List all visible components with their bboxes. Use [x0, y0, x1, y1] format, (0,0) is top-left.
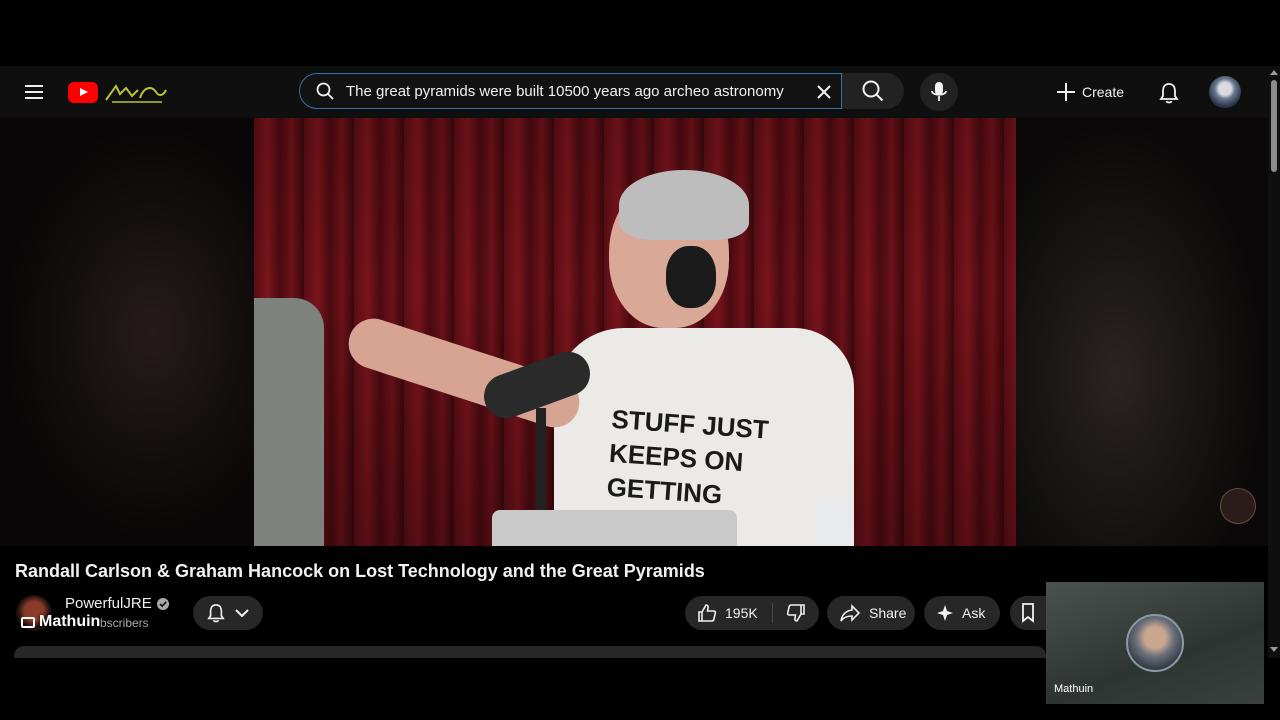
save-button[interactable] — [1010, 596, 1046, 630]
search-button[interactable] — [842, 73, 904, 109]
bell-icon — [207, 603, 225, 623]
camera-overlay-tile[interactable]: Mathuin — [1046, 582, 1264, 704]
doodle-logo — [102, 80, 168, 104]
share-label: Share — [869, 605, 907, 621]
masthead: Create — [0, 66, 1268, 118]
top-black-band — [0, 0, 1280, 66]
description-box[interactable] — [14, 646, 1046, 658]
account-avatar[interactable] — [1209, 76, 1241, 108]
shirt-text: STUFF JUST KEEPS ON GETTING — [605, 403, 770, 510]
bookmark-icon — [1021, 603, 1035, 623]
chevron-down-icon — [235, 608, 249, 618]
channel-row: PowerfulJRE bscribers Mathuin 195K Share… — [16, 593, 1046, 633]
clear-search-button[interactable] — [811, 79, 837, 105]
page-scrollbar[interactable] — [1268, 66, 1280, 658]
player-side-blur-right — [1016, 118, 1268, 546]
like-button[interactable]: 195K — [685, 596, 771, 630]
ask-button[interactable]: Ask — [924, 596, 1000, 630]
menu-icon[interactable] — [24, 82, 44, 102]
headphones — [666, 246, 716, 308]
cast-icon — [21, 616, 35, 628]
search-icon — [862, 80, 884, 102]
mic-icon — [931, 81, 947, 103]
search-box — [299, 73, 842, 109]
create-button[interactable]: Create — [1056, 78, 1124, 106]
overlay-name-label: Mathuin — [39, 613, 101, 630]
scroll-up-arrow[interactable] — [1270, 70, 1278, 75]
youtube-logo — [68, 81, 98, 103]
laptop — [492, 510, 737, 546]
close-icon — [816, 84, 832, 100]
verified-icon — [157, 598, 169, 610]
water-bottle — [816, 498, 852, 546]
channel-name[interactable]: PowerfulJRE — [65, 595, 152, 612]
search-icon — [316, 82, 334, 100]
sparkle-icon — [936, 604, 954, 622]
video-frame[interactable]: STUFF JUST KEEPS ON GETTING — [254, 118, 1016, 546]
overlay-user-name: Mathuin — [21, 613, 100, 631]
scroll-down-arrow[interactable] — [1270, 647, 1278, 652]
voice-search-button[interactable] — [920, 73, 958, 111]
like-count: 195K — [725, 605, 758, 621]
like-dislike-group: 195K — [685, 596, 819, 630]
ask-label: Ask — [962, 605, 986, 621]
search-input[interactable] — [346, 82, 786, 100]
player-side-blur-left — [0, 118, 254, 546]
bell-icon — [1159, 82, 1179, 104]
plus-icon — [1056, 82, 1076, 102]
channel-watermark-icon[interactable] — [1220, 488, 1256, 524]
host-hair — [619, 170, 749, 240]
video-title: Randall Carlson & Graham Hancock on Lost… — [15, 561, 705, 581]
thumbs-down-icon — [786, 603, 806, 623]
subscriber-count: bscribers — [100, 616, 149, 630]
video-player[interactable]: STUFF JUST KEEPS ON GETTING — [0, 118, 1268, 546]
scrollbar-thumb[interactable] — [1271, 80, 1277, 172]
guest-figure — [254, 298, 324, 546]
subscription-notifications-button[interactable] — [193, 596, 263, 630]
dislike-button[interactable] — [773, 596, 819, 630]
create-label: Create — [1082, 84, 1125, 100]
notifications-button[interactable] — [1156, 80, 1182, 106]
youtube-home-logo[interactable] — [68, 80, 168, 104]
thumbs-up-icon — [697, 603, 717, 623]
camera-user-name: Mathuin — [1054, 683, 1094, 695]
share-button[interactable]: Share — [827, 596, 915, 630]
share-icon — [839, 604, 861, 622]
camera-avatar — [1126, 614, 1184, 672]
